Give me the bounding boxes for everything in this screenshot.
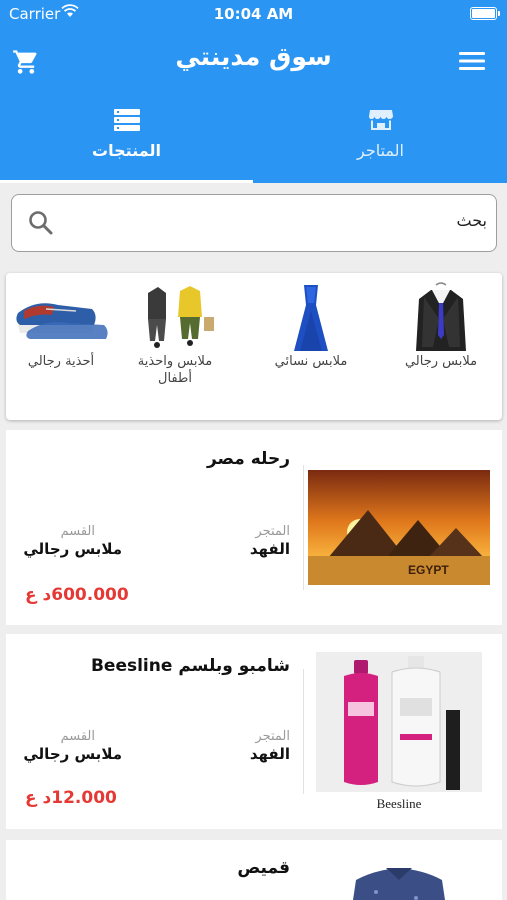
product-title: قميص [237, 858, 290, 878]
category-name: ملابس رجالي [23, 540, 122, 558]
tab-stores-label: المتاجر [357, 141, 404, 160]
battery-icon [470, 7, 500, 20]
product-card[interactable]: قميص [6, 840, 502, 900]
app-header: Carrier 10:04 AM سوق مدينتي المنتجات الم… [0, 0, 507, 183]
app-title: سوق مدينتي [175, 42, 332, 71]
search-icon [29, 211, 53, 235]
category-label: ملابس رجالي [404, 354, 478, 369]
category-mens-shoes[interactable]: أحذية رجالي [6, 273, 116, 420]
list-icon [113, 109, 140, 131]
divider [303, 465, 304, 590]
category-caption: القسم [60, 524, 95, 539]
category-kids-clothing[interactable]: ملابس واحذية أطفال [120, 273, 230, 420]
category-name: ملابس رجالي [23, 745, 122, 763]
product-title: رحله مصر [206, 449, 290, 469]
dress-icon [294, 285, 328, 351]
search-input[interactable]: بحث [11, 194, 497, 252]
store-name: الفهد [249, 745, 290, 763]
beesline-text: Beesline [377, 796, 422, 811]
store-label: المتجر [255, 729, 290, 744]
store-name: الفهد [249, 540, 290, 558]
product-card[interactable]: EGYPT رحله مصر المتجر الفهد القسم ملابس … [6, 430, 502, 625]
category-mens-clothing[interactable]: ملابس رجالي [386, 273, 496, 420]
tab-indicator [0, 180, 253, 183]
beesline-shampoo-image[interactable]: Beesline [316, 652, 482, 818]
product-title: شامبو وبلسم Beesline [90, 656, 290, 676]
egypt-text: EGYPT [408, 563, 449, 577]
egypt-pyramids-image[interactable]: EGYPT [308, 470, 490, 585]
store-icon [368, 110, 393, 130]
tab-products-label: المنتجات [92, 141, 161, 160]
tab-stores[interactable]: المتاجر [254, 104, 507, 183]
menu-icon[interactable] [459, 50, 485, 72]
status-bar: Carrier 10:04 AM [0, 0, 507, 28]
product-price: 600.000د ع [25, 585, 129, 605]
product-price: 12.000د ع [25, 788, 117, 808]
category-label: ملابس واحذية أطفال [137, 354, 213, 386]
search-placeholder: بحث [456, 211, 488, 230]
category-womens-clothing[interactable]: ملابس نسائي [256, 273, 366, 420]
product-card[interactable]: Beesline شامبو وبلسم Beesline المتجر الف… [6, 634, 502, 829]
categories-bar: ملابس رجالي ملابس نسائي ملابس واحذية أطف… [6, 273, 502, 420]
suit-icon [416, 282, 466, 351]
category-caption: القسم [60, 729, 95, 744]
divider [303, 669, 304, 794]
tab-products[interactable]: المنتجات [0, 104, 253, 183]
category-label: ملابس نسائي [274, 354, 348, 369]
shoes-icon [16, 303, 108, 339]
kids-clothes-icon [148, 286, 214, 348]
category-label: أحذية رجالي [27, 354, 95, 369]
clock: 10:04 AM [213, 5, 294, 23]
store-label: المتجر [255, 524, 290, 539]
shirt-image[interactable] [316, 854, 482, 900]
